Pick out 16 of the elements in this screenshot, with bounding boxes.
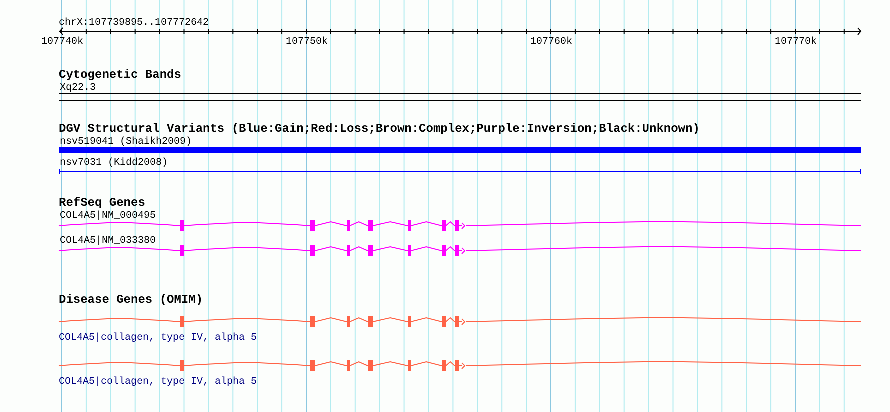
tick-label: 107750k bbox=[286, 37, 328, 48]
variant-label: nsv7031 (Kidd2008) bbox=[60, 158, 168, 169]
band-label: Xq22.3 bbox=[60, 83, 96, 94]
track-title: Disease Genes (OMIM) bbox=[59, 293, 204, 307]
tick-label: 107770k bbox=[775, 37, 817, 48]
gene-label: COL4A5|NM_000495 bbox=[60, 211, 156, 222]
disease-gene-label: COL4A5|collagen, type IV, alpha 5 bbox=[59, 377, 258, 388]
track-title: DGV Structural Variants (Blue:Gain;Red:Loss;Brown:Complex;Purple:Inversion;Black:Unknown) bbox=[59, 122, 700, 136]
variant-label: nsv519041 (Shaikh2009) bbox=[60, 137, 192, 148]
tick-label: 107760k bbox=[530, 37, 572, 48]
region-title: chrX:107739895..107772642 bbox=[59, 18, 210, 29]
disease-gene-label: COL4A5|collagen, type IV, alpha 5 bbox=[59, 333, 258, 344]
tick-label: 107740k bbox=[42, 37, 84, 48]
gene-label: COL4A5|NM_033380 bbox=[60, 236, 156, 247]
track-title: Cytogenetic Bands bbox=[59, 68, 182, 82]
track-title: RefSeq Genes bbox=[59, 196, 146, 210]
